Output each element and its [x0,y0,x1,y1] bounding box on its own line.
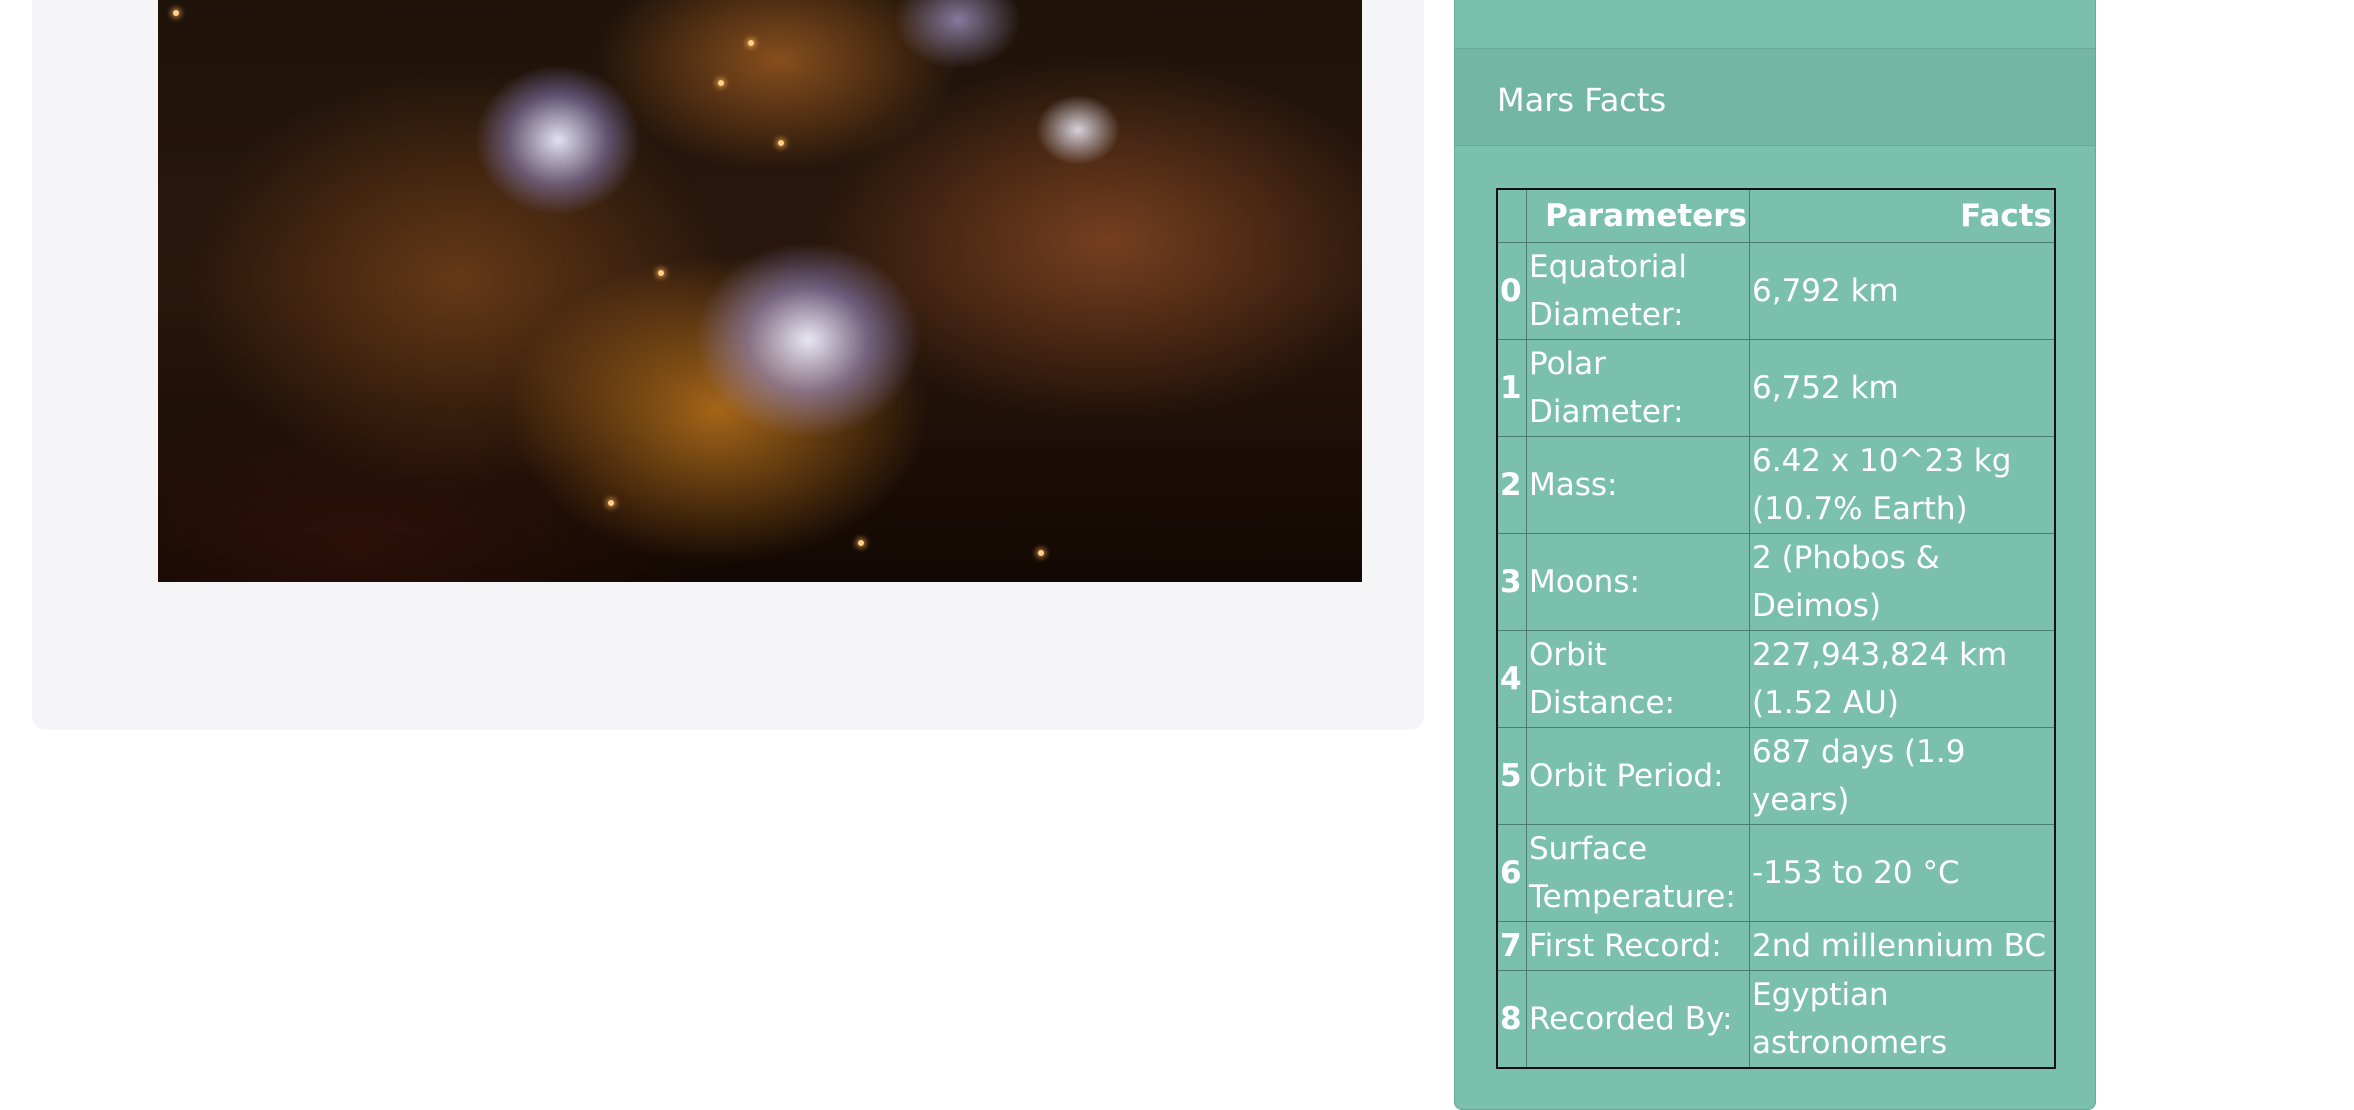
star-sparkle [718,80,724,86]
fact-cell: Egyptian astronomers [1749,970,2056,1069]
parameter-cell: First Record: [1526,921,1750,971]
star-sparkle [1038,550,1044,556]
featured-image-panel [32,0,1424,730]
star-sparkle [858,540,864,546]
parameters-column-header: Parameters [1526,188,1750,243]
parameter-cell: Equatorial Diameter: [1526,242,1750,340]
fact-cell: 6,792 km [1749,242,2056,340]
row-index: 1 [1496,339,1527,437]
star-sparkle [778,140,784,146]
parameter-cell: Moons: [1526,533,1750,631]
fact-cell: 227,943,824 km (1.52 AU) [1749,630,2056,728]
facts-card-header: Mars Facts [1455,48,2095,146]
row-index: 2 [1496,436,1527,534]
facts-column-header: Facts [1749,188,2056,243]
star-sparkle [608,500,614,506]
fact-cell: 687 days (1.9 years) [1749,727,2056,825]
table-row: 0 Equatorial Diameter: 6,792 km [1496,242,2056,340]
star-sparkle [748,40,754,46]
page: Mars Facts Parameters Facts 0 Equatorial… [0,0,2354,1110]
parameter-cell: Orbit Distance: [1526,630,1750,728]
star-sparkle [658,270,664,276]
table-row: 7 First Record: 2nd millennium BC [1496,921,2056,971]
fact-cell: 2nd millennium BC [1749,921,2056,971]
row-index: 5 [1496,727,1527,825]
parameter-cell: Polar Diameter: [1526,339,1750,437]
row-index: 4 [1496,630,1527,728]
row-index: 7 [1496,921,1527,971]
mars-facts-card: Mars Facts Parameters Facts 0 Equatorial… [1454,0,2096,1110]
row-index: 8 [1496,970,1527,1069]
table-row: 2 Mass: 6.42 x 10^23 kg (10.7% Earth) [1496,436,2056,534]
table-row: 8 Recorded By: Egyptian astronomers [1496,970,2056,1069]
table-row: 3 Moons: 2 (Phobos & Deimos) [1496,533,2056,631]
row-index: 6 [1496,824,1527,922]
facts-card-title: Mars Facts [1497,81,1667,119]
fact-cell: -153 to 20 °C [1749,824,2056,922]
fact-cell: 2 (Phobos & Deimos) [1749,533,2056,631]
parameter-cell: Surface Temperature: [1526,824,1750,922]
row-index: 0 [1496,242,1527,340]
fact-cell: 6.42 x 10^23 kg (10.7% Earth) [1749,436,2056,534]
featured-space-image[interactable] [158,0,1362,582]
table-row: 6 Surface Temperature: -153 to 20 °C [1496,824,2056,922]
star-sparkle [173,10,179,16]
table-row: 1 Polar Diameter: 6,752 km [1496,339,2056,437]
table-row: 5 Orbit Period: 687 days (1.9 years) [1496,727,2056,825]
row-index: 3 [1496,533,1527,631]
table-row: 4 Orbit Distance: 227,943,824 km (1.52 A… [1496,630,2056,728]
parameter-cell: Mass: [1526,436,1750,534]
table-header-row: Parameters Facts [1496,188,2056,243]
fact-cell: 6,752 km [1749,339,2056,437]
parameter-cell: Orbit Period: [1526,727,1750,825]
mars-facts-table: Parameters Facts 0 Equatorial Diameter: … [1496,188,2056,1069]
parameter-cell: Recorded By: [1526,970,1750,1069]
index-column-header [1496,188,1527,243]
